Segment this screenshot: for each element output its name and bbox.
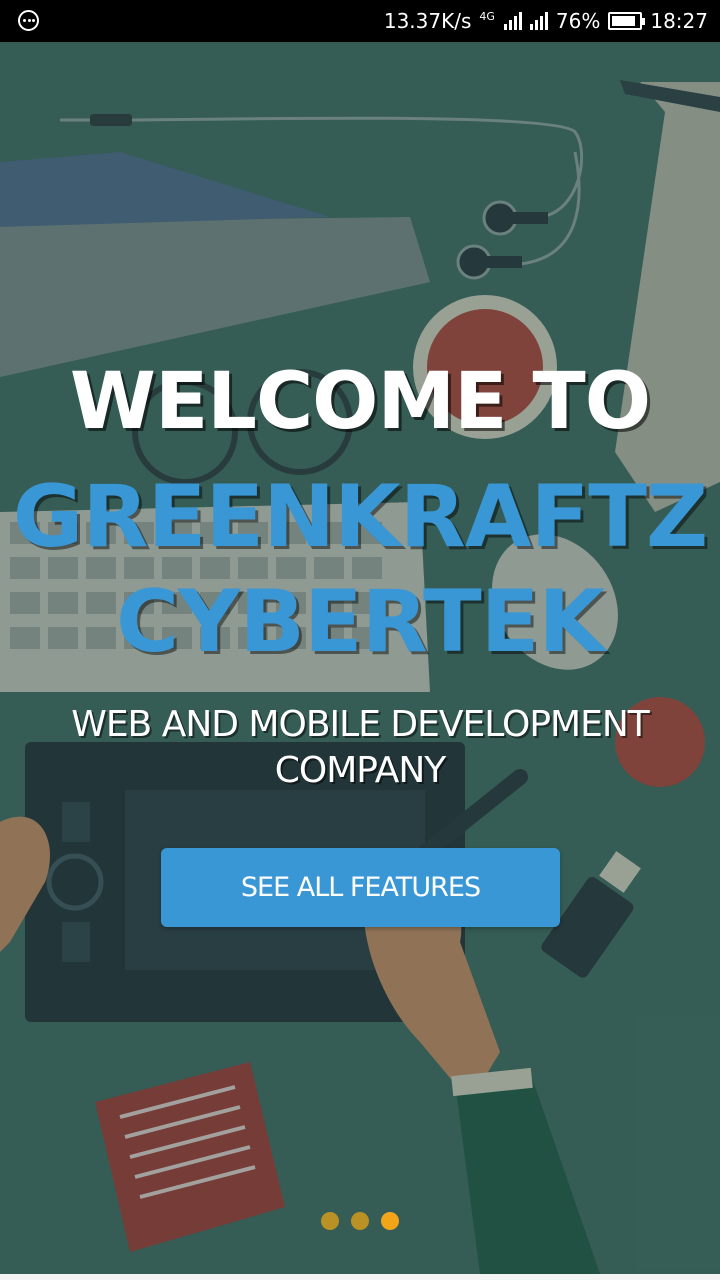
signal-icon xyxy=(503,12,522,30)
signal-icon-2 xyxy=(529,12,548,30)
see-all-features-button[interactable]: SEE ALL FEATURES xyxy=(161,848,560,927)
notification-icon xyxy=(18,10,39,31)
battery-percent: 76% xyxy=(555,9,601,33)
network-type: 4G xyxy=(479,10,495,23)
company-tagline: WEB AND MOBILE DEVELOPMENT COMPANY xyxy=(71,704,650,791)
brand-name-line2: CYBERTEK xyxy=(115,572,605,672)
page-dot-1[interactable] xyxy=(321,1212,339,1230)
brand-name-line1: GREENKRAFTZ xyxy=(12,467,708,567)
battery-icon xyxy=(608,12,646,30)
network-speed: 13.37K/s xyxy=(383,9,472,33)
welcome-heading: WELCOME TO xyxy=(69,357,651,447)
page-dot-3[interactable] xyxy=(381,1212,399,1230)
clock: 18:27 xyxy=(650,9,708,33)
bottom-edge xyxy=(0,1274,720,1280)
page-dot-2[interactable] xyxy=(351,1212,369,1230)
page-indicator xyxy=(0,1212,720,1230)
status-bar: 13.37K/s 4G 76% 18:27 xyxy=(0,0,720,42)
status-indicators: 13.37K/s 4G 76% 18:27 xyxy=(384,0,708,42)
welcome-slide[interactable]: WELCOME TO GREENKRAFTZ CYBERTEK WEB AND … xyxy=(0,42,720,1274)
